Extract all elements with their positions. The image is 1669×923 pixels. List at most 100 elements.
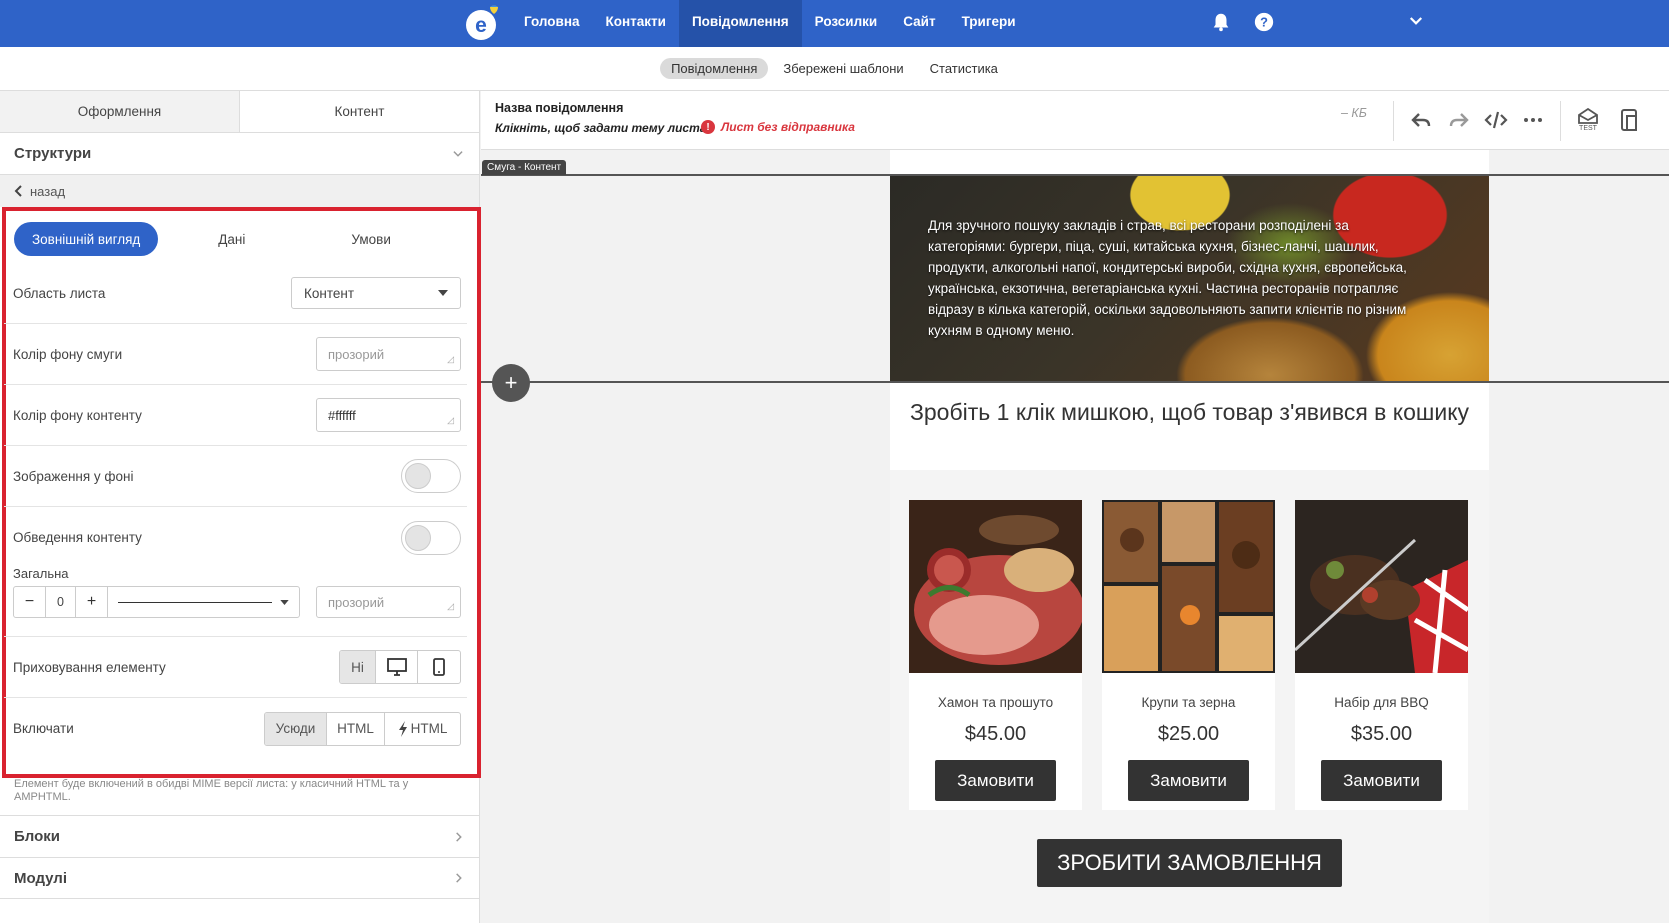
- bell-icon[interactable]: [1210, 11, 1232, 33]
- left-panel: Оформлення Контент Структури назад Зовні…: [0, 91, 481, 923]
- product-price: $45.00: [964, 723, 1027, 745]
- decrement-button[interactable]: −: [14, 587, 46, 617]
- message-name[interactable]: Назва повідомлення: [495, 101, 623, 115]
- sub-nav: Повідомлення Збережені шаблони Статистик…: [0, 47, 1669, 91]
- redo-icon[interactable]: [1447, 108, 1471, 132]
- back-link[interactable]: назад: [0, 175, 479, 207]
- caret-down-icon: [280, 599, 289, 605]
- include-options: Усюди HTML HTML: [264, 711, 461, 746]
- bg-image-toggle[interactable]: [401, 459, 461, 493]
- nav-home[interactable]: Головна: [511, 0, 593, 47]
- product-card[interactable]: Крупи та зерна $25.00 Замовити: [1102, 500, 1275, 810]
- undo-icon[interactable]: [1409, 108, 1433, 132]
- preview-devices-icon[interactable]: [1618, 108, 1642, 132]
- product-name: Набір для BBQ: [1334, 695, 1429, 710]
- band-bottom-line: [481, 381, 1669, 383]
- nav-contacts[interactable]: Контакти: [593, 0, 679, 47]
- band-top-line: [481, 174, 1669, 176]
- size-indicator: – КБ: [1341, 106, 1367, 120]
- editor-canvas: Для зручного пошуку закладів і страв, вс…: [481, 150, 1669, 923]
- hero-text[interactable]: Для зручного пошуку закладів і страв, вс…: [928, 215, 1428, 341]
- code-icon[interactable]: [1484, 108, 1508, 132]
- blocks-label: Блоки: [14, 828, 61, 845]
- email-heading[interactable]: Зробіть 1 клік мишкою, щоб товар з'явивс…: [890, 382, 1489, 470]
- blocks-section[interactable]: Блоки: [0, 815, 480, 857]
- panel-tabs: Оформлення Контент: [0, 91, 479, 133]
- modules-section[interactable]: Модулі: [0, 857, 480, 899]
- test-send-button[interactable]: TEST: [1576, 107, 1604, 132]
- order-product-button[interactable]: Замовити: [935, 760, 1056, 801]
- warning-text: Лист без відправника: [721, 120, 855, 134]
- increment-button[interactable]: +: [76, 587, 108, 617]
- esputnik-logo[interactable]: e: [463, 4, 501, 42]
- more-icon[interactable]: [1521, 108, 1545, 132]
- nav-site[interactable]: Сайт: [890, 0, 948, 47]
- area-value: Контент: [304, 285, 355, 301]
- subnav-statistics[interactable]: Статистика: [919, 58, 1009, 79]
- content-bg-label: Колір фону контенту: [13, 407, 142, 423]
- area-label: Область листа: [13, 285, 106, 301]
- mode-data[interactable]: Дані: [218, 232, 245, 247]
- nav-campaigns[interactable]: Розсилки: [802, 0, 891, 47]
- mobile-icon: [433, 658, 445, 676]
- include-amp-button[interactable]: HTML: [385, 713, 460, 745]
- test-label: TEST: [1579, 125, 1597, 132]
- include-label: Включати: [13, 721, 74, 736]
- band-bg-row: Колір фону смуги прозорий ◿: [4, 324, 467, 385]
- subject-prompt[interactable]: Клікніть, щоб задати тему листа: [495, 121, 706, 135]
- top-bar: e Головна Контакти Повідомлення Розсилки…: [0, 0, 1669, 47]
- content-bg-color-input[interactable]: #ffffff ◿: [316, 398, 461, 432]
- product-card[interactable]: Набір для BBQ $35.00 Замовити: [1293, 500, 1470, 810]
- envelope-icon: [1578, 107, 1598, 124]
- resize-icon: ◿: [447, 601, 454, 611]
- chevron-right-icon: [456, 831, 462, 842]
- band-bg-label: Колір фону смуги: [13, 346, 123, 362]
- band-tag[interactable]: Смуга - Контент: [482, 160, 567, 175]
- area-row: Область листа Контент: [4, 263, 467, 324]
- tab-content[interactable]: Контент: [240, 91, 479, 132]
- include-row: Включати Усюди HTML HTML: [4, 698, 467, 759]
- email-body: Для зручного пошуку закладів і страв, вс…: [890, 150, 1489, 923]
- area-select[interactable]: Контент: [291, 277, 461, 309]
- border-style-select[interactable]: [108, 587, 299, 617]
- structures-header[interactable]: Структури: [0, 133, 479, 175]
- add-band-button[interactable]: +: [492, 364, 530, 402]
- resize-icon: ◿: [447, 415, 454, 425]
- desktop-button[interactable]: [376, 651, 418, 683]
- border-color-input[interactable]: прозорий ◿: [316, 586, 461, 618]
- subnav-messages[interactable]: Повідомлення: [660, 58, 769, 79]
- content-bg-row: Колір фону контенту #ffffff ◿: [4, 385, 467, 446]
- desktop-icon: [386, 658, 407, 676]
- chevron-down-icon[interactable]: [1407, 12, 1425, 30]
- editor-header: Назва повідомлення Клікніть, щоб задати …: [481, 91, 1669, 150]
- include-note: Елемент буде включений в обидві MIME вер…: [14, 778, 409, 803]
- chevron-left-icon: [14, 185, 22, 197]
- mode-conditions[interactable]: Умови: [351, 232, 390, 247]
- border-color-placeholder: прозорий: [328, 594, 385, 610]
- sender-warning[interactable]: ! Лист без відправника: [701, 120, 855, 134]
- order-product-button[interactable]: Замовити: [1321, 760, 1442, 801]
- svg-text:e: e: [475, 14, 487, 37]
- include-html-button[interactable]: HTML: [327, 712, 385, 745]
- nav-triggers[interactable]: Тригери: [949, 0, 1029, 47]
- mobile-button[interactable]: [418, 651, 460, 683]
- tab-design[interactable]: Оформлення: [0, 91, 240, 132]
- solid-line-icon: [118, 601, 272, 603]
- bg-image-label: Зображення у фоні: [13, 468, 134, 484]
- product-card[interactable]: Хамон та прошуто $45.00 Замовити: [909, 500, 1084, 810]
- mode-appearance[interactable]: Зовнішній вигляд: [14, 222, 159, 256]
- order-product-button[interactable]: Замовити: [1128, 760, 1249, 801]
- hero-banner[interactable]: Для зручного пошуку закладів і страв, вс…: [890, 175, 1489, 382]
- hide-no-button[interactable]: Ні: [340, 651, 376, 683]
- mode-switcher: Зовнішній вигляд Дані Умови: [6, 211, 477, 267]
- border-toggle[interactable]: [401, 520, 461, 555]
- nav-messages[interactable]: Повідомлення: [678, 0, 802, 47]
- band-bg-color-input[interactable]: прозорий ◿: [316, 337, 461, 371]
- place-order-button[interactable]: ЗРОБИТИ ЗАМОВЛЕННЯ: [1037, 839, 1342, 887]
- subnav-saved-templates[interactable]: Збережені шаблони: [772, 58, 914, 79]
- border-width-value[interactable]: 0: [46, 587, 76, 617]
- border-width-stepper: − 0 +: [13, 586, 300, 618]
- include-everywhere-button[interactable]: Усюди: [265, 712, 327, 745]
- main-nav: Головна Контакти Повідомлення Розсилки С…: [511, 0, 1029, 47]
- help-icon[interactable]: ?: [1253, 11, 1275, 33]
